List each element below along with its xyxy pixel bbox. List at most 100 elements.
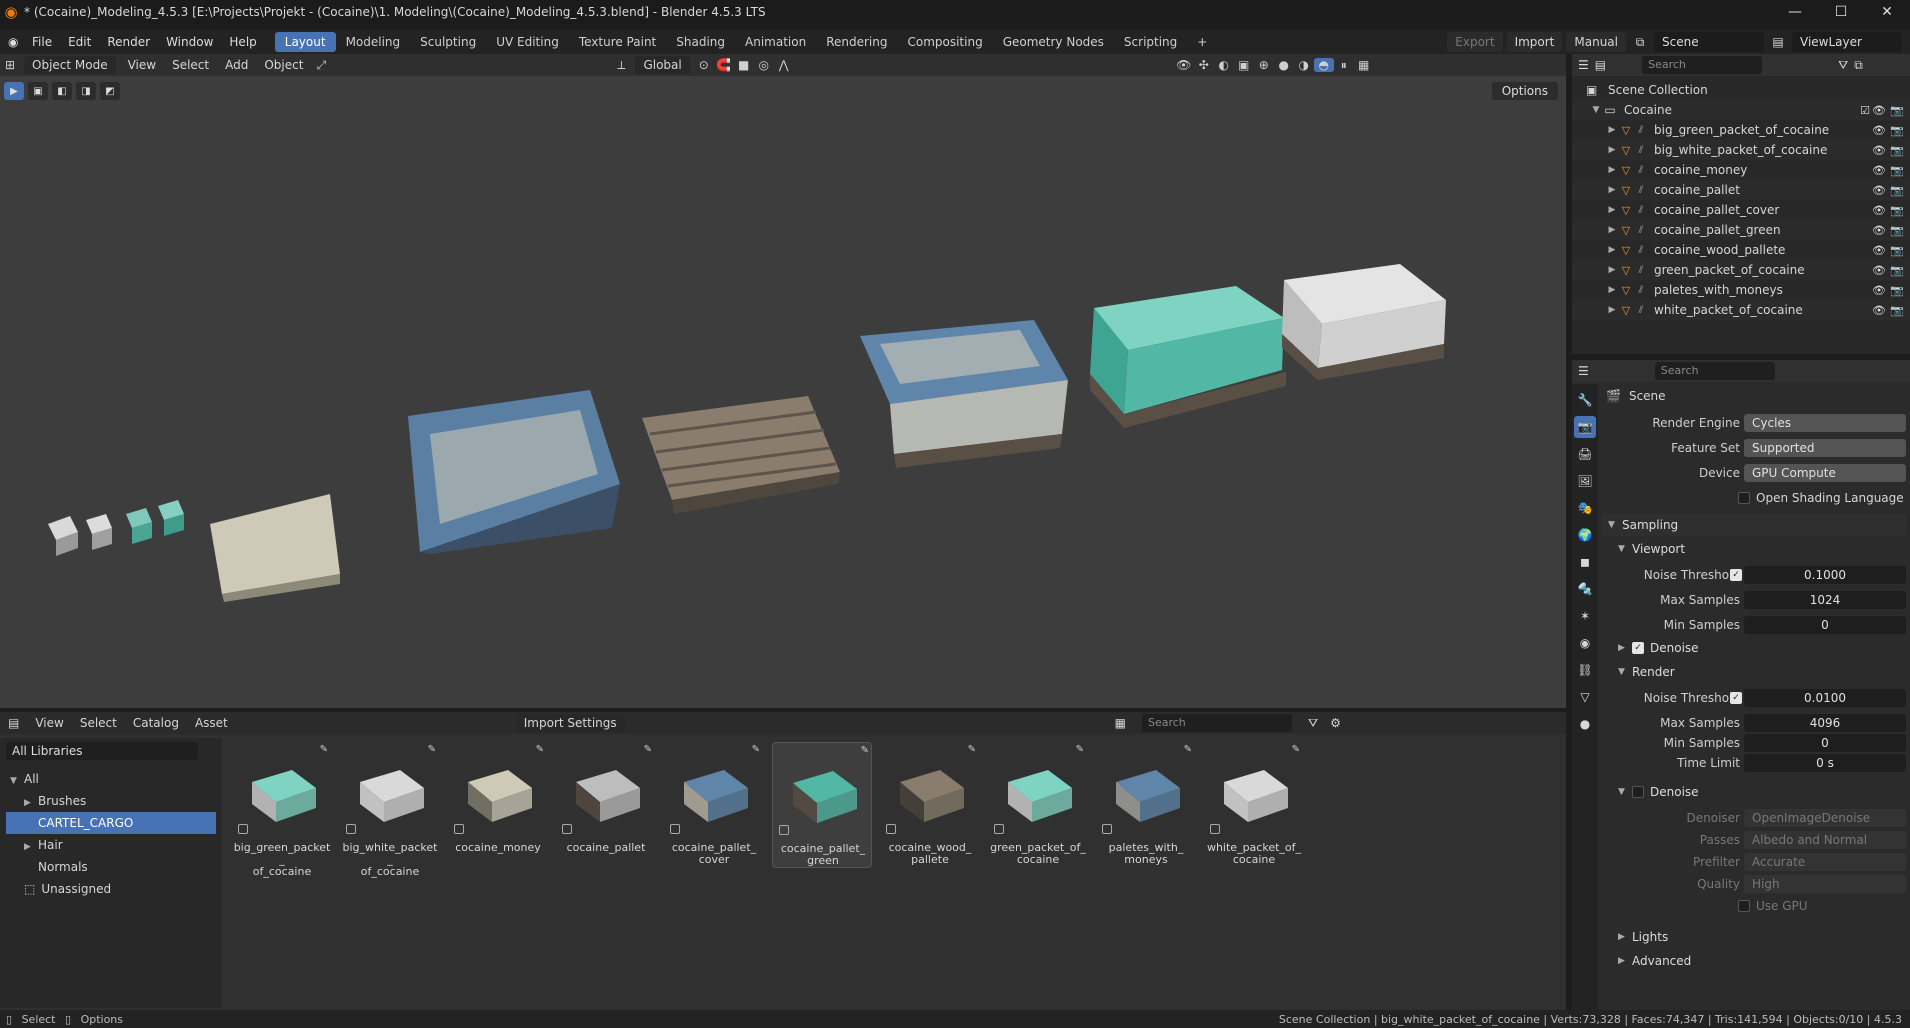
r-min-samples-field[interactable]: 0 bbox=[1744, 734, 1906, 752]
outliner-object-row[interactable]: ▶ ▽ ⫽ cocaine_pallet_cover 👁 📷 bbox=[1572, 200, 1910, 220]
asset-filter-icon[interactable]: ⛛ bbox=[1308, 716, 1318, 731]
camera-icon[interactable]: 📷 bbox=[1890, 104, 1904, 117]
blender-menu-icon[interactable]: ◉ bbox=[0, 30, 24, 54]
select-extend-icon[interactable]: ◧ bbox=[52, 82, 72, 100]
r-noise-field[interactable]: 0.0100 bbox=[1744, 689, 1906, 707]
catalog-brushes[interactable]: ▶ Brushes bbox=[0, 790, 222, 812]
expand-chevron-icon[interactable]: ▶ bbox=[1606, 285, 1618, 295]
viewport-menu-view[interactable]: View bbox=[120, 54, 164, 76]
r-denoise-checkbox[interactable] bbox=[1632, 786, 1644, 798]
output-tab-icon[interactable]: 🖨 bbox=[1574, 443, 1596, 465]
menu-window[interactable]: Window bbox=[158, 30, 221, 54]
render-subpanel-header[interactable]: ▼ Render bbox=[1602, 661, 1906, 683]
camera-icon[interactable]: 📷 bbox=[1890, 204, 1904, 217]
money-pile[interactable] bbox=[210, 494, 340, 602]
render-engine-dropdown[interactable]: Cycles bbox=[1744, 414, 1906, 432]
eye-icon[interactable]: 👁 bbox=[1872, 284, 1886, 297]
edit-asset-icon[interactable]: ✎ bbox=[752, 744, 760, 755]
advanced-subpanel[interactable]: ▶ Advanced bbox=[1602, 950, 1906, 972]
tab-shading[interactable]: Shading bbox=[666, 32, 735, 52]
gizmo-icon[interactable]: ✣ bbox=[1194, 58, 1214, 72]
eye-icon[interactable]: 👁 bbox=[1872, 224, 1886, 237]
asset-tile[interactable]: ✎ cocaine_money bbox=[448, 742, 548, 868]
viewport-3d[interactable]: ⊞ Object Mode View Select Add Object ⤢ ⟂… bbox=[0, 54, 1566, 708]
vp-max-samples-field[interactable]: 1024 bbox=[1744, 591, 1906, 609]
asset-tile[interactable]: ✎ white_packet_of_ cocaine bbox=[1204, 742, 1304, 868]
pallet-with-money[interactable] bbox=[860, 320, 1068, 468]
asset-tile[interactable]: ✎ cocaine_pallet bbox=[556, 742, 656, 868]
tab-geometry-nodes[interactable]: Geometry Nodes bbox=[993, 32, 1114, 52]
camera-icon[interactable]: 📷 bbox=[1890, 124, 1904, 137]
asset-search-input[interactable]: Search bbox=[1141, 714, 1292, 732]
data-tab-icon[interactable]: ▽ bbox=[1574, 686, 1596, 708]
snap-icon[interactable]: 🧲 bbox=[714, 58, 734, 72]
import-settings-dropdown[interactable]: Import Settings bbox=[515, 714, 625, 732]
asset-tile[interactable]: ✎ cocaine_pallet_ cover bbox=[664, 742, 764, 868]
viewport-subpanel-header[interactable]: ▼ Viewport bbox=[1602, 538, 1906, 560]
pallet-cover[interactable] bbox=[408, 390, 620, 554]
passes-dropdown[interactable]: Albedo and Normal bbox=[1744, 831, 1906, 849]
edit-asset-icon[interactable]: ✎ bbox=[536, 744, 544, 755]
scene-tab-icon[interactable]: 🎭 bbox=[1574, 497, 1596, 519]
overlays-icon[interactable]: ◐ bbox=[1214, 58, 1234, 72]
camera-icon[interactable]: 📷 bbox=[1890, 284, 1904, 297]
r-max-samples-field[interactable]: 4096 bbox=[1744, 714, 1906, 732]
asset-tile[interactable]: ✎ paletes_with_ moneys bbox=[1096, 742, 1196, 868]
viewlayer-field[interactable]: ViewLayer bbox=[1792, 32, 1902, 52]
outliner-object-row[interactable]: ▶ ▽ ⫽ cocaine_pallet_green 👁 📷 bbox=[1572, 220, 1910, 240]
modifier-tab-icon[interactable]: 🔩 bbox=[1574, 578, 1596, 600]
viewport-menu-object[interactable]: Object bbox=[256, 54, 311, 76]
world-tab-icon[interactable]: 🌍 bbox=[1574, 524, 1596, 546]
vp-min-samples-field[interactable]: 0 bbox=[1744, 616, 1906, 634]
scene-field[interactable]: Scene bbox=[1654, 32, 1764, 52]
material-tab-icon[interactable]: ● bbox=[1574, 713, 1596, 735]
pause-render-icon[interactable]: ⏸ bbox=[1334, 58, 1354, 73]
lights-subpanel[interactable]: ▶ Lights bbox=[1602, 926, 1906, 948]
object-tab-icon[interactable]: ◼ bbox=[1574, 551, 1596, 573]
catalog-hair[interactable]: ▶ Hair bbox=[0, 834, 222, 856]
asset-editor-icon[interactable]: ▤ bbox=[0, 712, 27, 734]
new-collection-icon[interactable]: ⧉ bbox=[1854, 58, 1863, 73]
visibility-icon[interactable]: 👁 bbox=[1174, 58, 1194, 72]
tab-rendering[interactable]: Rendering bbox=[816, 32, 897, 52]
camera-icon[interactable]: 📷 bbox=[1890, 304, 1904, 317]
editor-type-icon[interactable]: ⊞ bbox=[0, 58, 20, 72]
camera-icon[interactable]: 📷 bbox=[1890, 164, 1904, 177]
eye-icon[interactable]: 👁 bbox=[1872, 144, 1886, 157]
tab-compositing[interactable]: Compositing bbox=[897, 32, 992, 52]
camera-icon[interactable]: 📷 bbox=[1890, 264, 1904, 277]
outliner-search-input[interactable]: Search bbox=[1642, 56, 1763, 74]
import-button[interactable]: Import bbox=[1506, 32, 1563, 52]
vp-noise-field[interactable]: 0.1000 bbox=[1744, 566, 1906, 584]
eye-icon[interactable]: 👁 bbox=[1872, 104, 1886, 117]
expand-chevron-icon[interactable]: ▶ bbox=[1606, 185, 1618, 195]
viewport-menu-select[interactable]: Select bbox=[164, 54, 217, 76]
eye-icon[interactable]: 👁 bbox=[1872, 124, 1886, 137]
shading-rendered-icon[interactable]: ◓ bbox=[1313, 58, 1334, 72]
tab-animation[interactable]: Animation bbox=[735, 32, 816, 52]
tool-tab-icon[interactable]: 🔧 bbox=[1574, 389, 1596, 411]
viewport-options-button[interactable]: Options bbox=[1491, 82, 1558, 100]
tab-modeling[interactable]: Modeling bbox=[336, 32, 411, 52]
close-button[interactable]: ✕ bbox=[1864, 0, 1910, 24]
tab-layout[interactable]: Layout bbox=[274, 32, 336, 52]
filter-icon[interactable]: ⛛ bbox=[1838, 58, 1848, 73]
library-dropdown[interactable]: All Libraries bbox=[6, 742, 198, 760]
add-workspace-icon[interactable]: + bbox=[1187, 32, 1217, 52]
properties-editor-icon[interactable]: ☰ bbox=[1578, 364, 1589, 378]
expand-chevron-icon[interactable]: ▼ bbox=[1590, 105, 1602, 115]
use-gpu-checkbox[interactable] bbox=[1738, 900, 1750, 912]
expand-chevron-icon[interactable]: ▶ bbox=[1606, 205, 1618, 215]
proportional-edit-icon[interactable]: ◎ bbox=[754, 58, 774, 72]
shading-wireframe-icon[interactable]: ⊕ bbox=[1254, 58, 1274, 72]
tab-uv-editing[interactable]: UV Editing bbox=[486, 32, 569, 52]
green-pallet[interactable] bbox=[1090, 286, 1286, 428]
menu-edit[interactable]: Edit bbox=[60, 30, 99, 54]
tab-scripting[interactable]: Scripting bbox=[1114, 32, 1187, 52]
select-new-icon[interactable]: ▣ bbox=[28, 82, 48, 100]
quality-dropdown[interactable]: High bbox=[1744, 875, 1906, 893]
outliner-object-row[interactable]: ▶ ▽ ⫽ green_packet_of_cocaine 👁 📷 bbox=[1572, 260, 1910, 280]
r-noise-checkbox[interactable]: ✓ bbox=[1730, 692, 1742, 704]
asset-tile[interactable]: ✎ big_green_packet_ of_cocaine bbox=[232, 742, 332, 878]
viewport-menu-add[interactable]: Add bbox=[217, 54, 256, 76]
